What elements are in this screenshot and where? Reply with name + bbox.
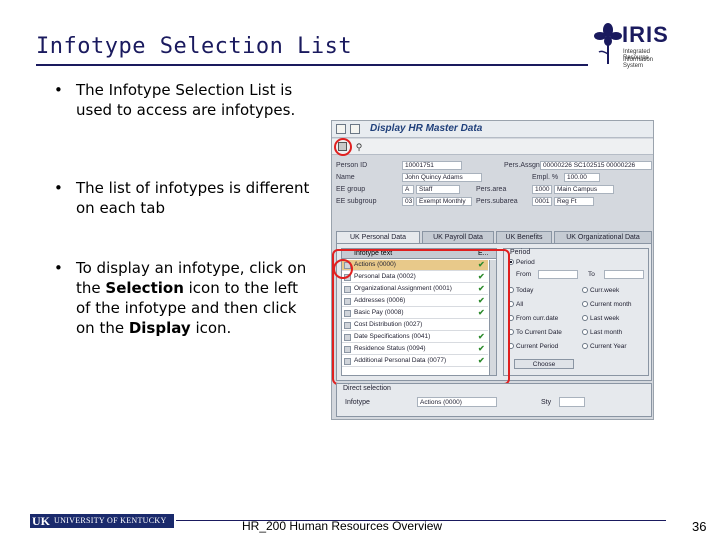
slide-title: Infotype Selection List [36, 34, 353, 59]
pers-subarea-field: Reg Ft [554, 197, 594, 206]
radio-last-month[interactable]: Last month [582, 329, 622, 336]
empl-pct-field: 100.00 [564, 173, 600, 182]
period-group: Period Period From To Today Curr.week Al… [503, 248, 649, 376]
radio-current-month[interactable]: Current month [582, 301, 632, 308]
tab-uk-payroll-data[interactable]: UK Payroll Data [422, 231, 494, 243]
page-number: 36 [692, 519, 707, 534]
from-date-field[interactable] [538, 270, 578, 279]
selection-term: Selection [105, 279, 184, 297]
radio-all[interactable]: All [508, 301, 523, 308]
radio-to-current-date[interactable]: To Current Date [508, 329, 562, 336]
pers-area-field: Main Campus [554, 185, 614, 194]
iris-logo: IRIS Integrated Resource Information Sys… [594, 22, 674, 69]
bullet-3-text: To display an infotype, click on the Sel… [76, 259, 307, 337]
tab-uk-organizational-data[interactable]: UK Organizational Data [554, 231, 652, 243]
pers-assign-field: 00000226 SC102515 00000226 [540, 161, 652, 170]
radio-current-year[interactable]: Current Year [582, 343, 627, 350]
display-term: Display [128, 319, 191, 337]
radio-curr-week[interactable]: Curr.week [582, 287, 619, 294]
highlight-box-infotype-list [332, 249, 510, 385]
sap-toolbar: ⚲ [332, 138, 653, 156]
sap-titlebar: Display HR Master Data [332, 121, 653, 138]
tab-uk-personal-data[interactable]: UK Personal Data [336, 231, 420, 243]
radio-from-curr-date[interactable]: From curr.date [508, 315, 558, 322]
direct-selection-group: Direct selection Infotype Actions (0000)… [336, 383, 652, 417]
highlight-circle-selection [333, 259, 353, 279]
infotype-input[interactable]: Actions (0000) [417, 397, 497, 407]
employee-name-field: John Quincy Adams [402, 173, 482, 182]
radio-today[interactable]: Today [508, 287, 533, 294]
university-logo: UK UNIVERSITY OF KENTUCKY [30, 514, 174, 528]
sap-screenshot: Display HR Master Data ⚲ Person ID 10001… [331, 120, 654, 420]
logo-tagline-2: Information System [623, 57, 654, 69]
to-date-field[interactable] [604, 270, 644, 279]
footer-course-title: HR_200 Human Resources Overview [242, 519, 443, 533]
system-icon[interactable] [350, 124, 360, 134]
radio-period[interactable]: Period [508, 259, 535, 266]
ee-group-field: Staff [416, 185, 460, 194]
personnel-number-field: 10001751 [402, 161, 462, 170]
radio-last-week[interactable]: Last week [582, 315, 619, 322]
employee-header: Person ID 10001751 Pers.Assgn 00000226 S… [336, 161, 652, 227]
bullet-1-text: The Infotype Selection List is used to a… [76, 81, 296, 119]
logo-brand: IRIS [622, 22, 669, 47]
radio-current-period[interactable]: Current Period [508, 343, 558, 350]
highlight-circle-toolbar [334, 138, 352, 156]
bullet-2-text: The list of infotypes is different on ea… [76, 179, 310, 217]
subtype-input[interactable] [559, 397, 585, 407]
menu-icon[interactable] [336, 124, 346, 134]
iris-flower-icon [594, 23, 622, 64]
ee-subgroup-field: Exempt Monthly [416, 197, 472, 206]
tab-uk-benefits[interactable]: UK Benefits [496, 231, 552, 243]
choose-button[interactable]: Choose [514, 359, 574, 369]
title-underline [36, 64, 588, 66]
sap-window-title: Display HR Master Data [370, 123, 483, 134]
tab-strip: UK Personal Data UK Payroll Data UK Bene… [336, 231, 652, 243]
display-icon[interactable]: ⚲ [354, 142, 364, 152]
